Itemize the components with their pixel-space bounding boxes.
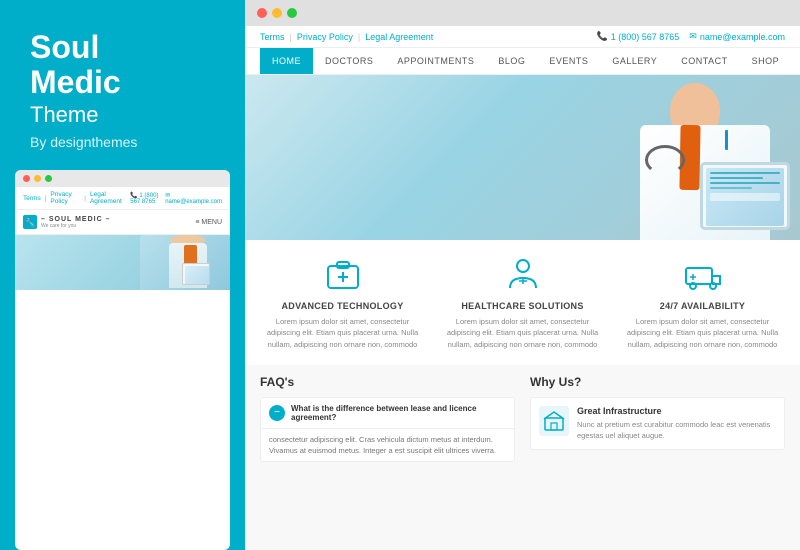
feature-2-text: Lorem ipsum dolor sit amet, consectetur … <box>440 316 605 350</box>
title-soul: Soul <box>30 29 99 65</box>
site-bottom: FAQ's − What is the difference between l… <box>245 365 800 550</box>
site-features: ADVANCED TECHNOLOGY Lorem ipsum dolor si… <box>245 240 800 365</box>
why-section: Why Us? Great Infrastructure Nunc at pre… <box>530 375 785 540</box>
website-content: Terms | Privacy Policy | Legal Agreement… <box>245 26 800 550</box>
why-item: Great Infrastructure Nunc at pretium est… <box>530 397 785 451</box>
site-mainnav: HOME DOCTORS APPOINTMENTS BLOG EVENTS GA… <box>245 48 800 75</box>
nav-gallery[interactable]: GALLERY <box>600 48 669 74</box>
tablet-screen <box>706 168 784 226</box>
medical-bag-icon <box>324 256 362 294</box>
infrastructure-icon <box>543 410 565 432</box>
mini-phone: 📞 1 (800) 567 8765 <box>130 192 159 205</box>
topbar-terms[interactable]: Terms <box>260 32 285 42</box>
feature-advanced-tech: ADVANCED TECHNOLOGY Lorem ipsum dolor si… <box>260 255 425 350</box>
nav-shop[interactable]: SHOP <box>740 48 792 74</box>
nav-appointments[interactable]: APPOINTMENTS <box>385 48 486 74</box>
mini-doctor <box>145 235 215 290</box>
faq-title: FAQ's <box>260 375 515 389</box>
mini-nav-legal[interactable]: Legal Agreement <box>90 191 126 205</box>
advanced-tech-icon-wrap <box>323 255 363 295</box>
nav-contact[interactable]: CONTACT <box>669 48 739 74</box>
why-icon-wrap <box>539 406 569 436</box>
nav-doctors[interactable]: DOCTORS <box>313 48 385 74</box>
healthcare-icon <box>504 256 542 294</box>
contact-email: ✉ name@example.com <box>689 31 785 42</box>
tablet <box>700 162 790 230</box>
topbar-links: Terms | Privacy Policy | Legal Agreement <box>260 32 433 42</box>
mini-contact: 📞 1 (800) 567 8765 ✉ name@example.com <box>130 192 222 205</box>
feature-2-title: HEALTHCARE SOLUTIONS <box>440 301 605 311</box>
dot-green <box>287 8 297 18</box>
hero-doctor <box>550 75 800 240</box>
mini-dot-red <box>23 175 30 182</box>
nav-home[interactable]: HOME <box>260 48 313 74</box>
pen <box>725 130 728 150</box>
email-icon: ✉ <box>689 31 697 42</box>
nav-events[interactable]: EVENTS <box>537 48 600 74</box>
email-address: name@example.com <box>700 32 785 42</box>
feature-1-text: Lorem ipsum dolor sit amet, consectetur … <box>260 316 425 350</box>
stethoscope <box>645 145 685 175</box>
faq-minus-icon: − <box>269 405 285 421</box>
product-subtitle: Theme <box>30 102 215 128</box>
mini-hero <box>15 235 230 290</box>
feature-healthcare: HEALTHCARE SOLUTIONS Lorem ipsum dolor s… <box>440 255 605 350</box>
faq-item: − What is the difference between lease a… <box>260 397 515 463</box>
browser-bar <box>245 0 800 26</box>
ambulance-icon <box>684 256 722 294</box>
mini-dot-green <box>45 175 52 182</box>
why-title: Why Us? <box>530 375 785 389</box>
mini-logo-sub: We care for you <box>41 223 111 229</box>
title-medic: Medic <box>30 64 121 100</box>
phone-number: 1 (800) 567 8765 <box>611 32 680 42</box>
phone-icon: 📞 <box>597 31 608 42</box>
mini-logo-area: 🔧 – SOUL MEDIC – We care for you ≡ MENU <box>15 210 230 235</box>
mini-dot-yellow <box>34 175 41 182</box>
site-hero <box>245 75 800 240</box>
why-content: Great Infrastructure Nunc at pretium est… <box>577 406 776 442</box>
contact-phone: 📞 1 (800) 567 8765 <box>597 31 680 42</box>
topbar-legal[interactable]: Legal Agreement <box>365 32 433 42</box>
faq-question-bar[interactable]: − What is the difference between lease a… <box>261 398 514 428</box>
dot-yellow <box>272 8 282 18</box>
doctor-figure <box>580 75 800 240</box>
topbar-privacy[interactable]: Privacy Policy <box>297 32 353 42</box>
mini-nav-terms[interactable]: Terms <box>23 195 41 202</box>
feature-3-title: 24/7 AVAILABILITY <box>620 301 785 311</box>
dot-red <box>257 8 267 18</box>
feature-1-title: ADVANCED TECHNOLOGY <box>260 301 425 311</box>
mini-wrench-icon: 🔧 <box>23 215 37 229</box>
faq-answer: consectetur adipiscing elit. Cras vehicu… <box>261 428 514 462</box>
mini-logo: – SOUL MEDIC – <box>41 216 111 223</box>
faq-question: What is the difference between lease and… <box>291 404 506 422</box>
healthcare-icon-wrap <box>503 255 543 295</box>
right-panel: Terms | Privacy Policy | Legal Agreement… <box>245 0 800 550</box>
availability-icon-wrap <box>683 255 723 295</box>
nav-blog[interactable]: BLOG <box>486 48 537 74</box>
mini-nav-bar: Terms | Privacy Policy | Legal Agreement… <box>15 187 230 210</box>
why-item-text: Nunc at pretium est curabitur commodo le… <box>577 419 776 442</box>
mini-browser-inner: Terms | Privacy Policy | Legal Agreement… <box>15 187 230 447</box>
mini-nav-privacy[interactable]: Privacy Policy <box>50 191 80 205</box>
feature-availability: 24/7 AVAILABILITY Lorem ipsum dolor sit … <box>620 255 785 350</box>
faq-section: FAQ's − What is the difference between l… <box>260 375 515 540</box>
mini-wrench-btn[interactable]: 🔧 – SOUL MEDIC – We care for you <box>23 215 111 229</box>
product-by: By designthemes <box>30 134 215 150</box>
why-item-title: Great Infrastructure <box>577 406 776 416</box>
site-topbar: Terms | Privacy Policy | Legal Agreement… <box>245 26 800 48</box>
product-title: Soul Medic <box>30 30 215 100</box>
mini-browser-bar <box>15 170 230 187</box>
mini-menu[interactable]: ≡ MENU <box>195 219 222 226</box>
topbar-contact: 📞 1 (800) 567 8765 ✉ name@example.com <box>597 31 786 42</box>
left-panel: Soul Medic Theme By designthemes Terms |… <box>0 0 245 550</box>
mini-browser: Terms | Privacy Policy | Legal Agreement… <box>15 170 230 550</box>
feature-3-text: Lorem ipsum dolor sit amet, consectetur … <box>620 316 785 350</box>
left-header: Soul Medic Theme By designthemes <box>0 0 245 170</box>
mini-email: ✉ name@example.com <box>165 192 222 205</box>
